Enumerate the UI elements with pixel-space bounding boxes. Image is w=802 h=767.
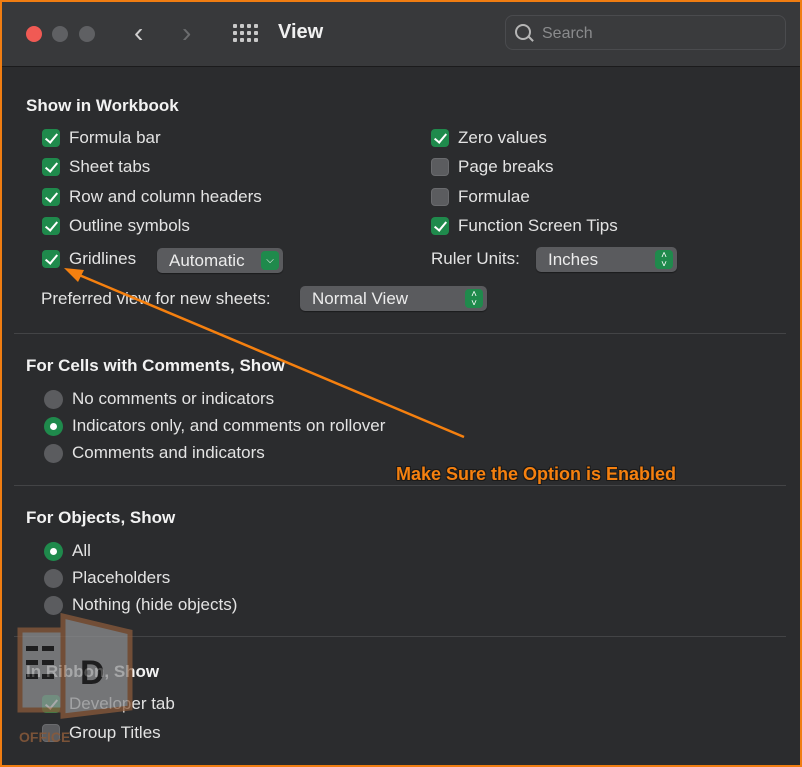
search-input[interactable] xyxy=(540,21,774,47)
checkbox-zero-values[interactable]: Zero values xyxy=(431,128,547,148)
ruler-units-popup[interactable]: Inches ˄ ˅ xyxy=(536,247,677,272)
toolbar: ‹ › View xyxy=(2,2,800,67)
radio-label: Placeholders xyxy=(72,568,171,587)
checkbox-checked-icon[interactable] xyxy=(42,250,60,268)
divider xyxy=(14,333,786,334)
watermark-text: OFFICE xyxy=(19,729,71,745)
preferred-view-label: Preferred view for new sheets: xyxy=(41,289,271,308)
checkbox-checked-icon[interactable] xyxy=(42,217,60,235)
checkbox-label: Function Screen Tips xyxy=(458,216,618,235)
checkbox-checked-icon[interactable] xyxy=(42,129,60,147)
checkbox-label: Gridlines xyxy=(69,249,137,268)
back-button[interactable]: ‹ xyxy=(134,18,143,48)
checkbox-function-screen-tips[interactable]: Function Screen Tips xyxy=(431,216,618,236)
checkbox-label: Formula bar xyxy=(69,128,161,147)
up-down-chevron-icon: ˄ ˅ xyxy=(465,289,483,308)
chevron-left-icon: ‹ xyxy=(134,17,144,48)
checkbox-checked-icon[interactable] xyxy=(42,695,60,713)
popup-value: Automatic xyxy=(169,251,245,270)
checkbox-label: Zero values xyxy=(458,128,547,147)
window-title: View xyxy=(278,21,324,43)
search-field[interactable] xyxy=(505,15,786,50)
minimize-button[interactable] xyxy=(52,26,68,42)
checkbox-label: Formulae xyxy=(458,187,530,206)
checkbox-checked-icon[interactable] xyxy=(42,188,60,206)
radio-comments-and-indicators[interactable]: Comments and indicators xyxy=(44,443,265,463)
annotation-text: Make Sure the Option is Enabled xyxy=(396,464,677,484)
forward-button[interactable]: › xyxy=(182,18,191,48)
up-down-chevron-icon: ˄ ˅ xyxy=(655,250,673,269)
radio-label: Indicators only, and comments on rollove… xyxy=(72,416,386,435)
checkbox-page-breaks[interactable]: Page breaks xyxy=(431,157,553,177)
checkbox-checked-icon[interactable] xyxy=(431,129,449,147)
checkbox-label: Group Titles xyxy=(69,723,161,742)
radio-indicators-only[interactable]: Indicators only, and comments on rollove… xyxy=(44,416,385,436)
checkbox-formulae[interactable]: Formulae xyxy=(431,187,530,207)
checkbox-checked-icon[interactable] xyxy=(431,217,449,235)
divider xyxy=(14,636,786,637)
section-title-ribbon: In Ribbon, Show xyxy=(26,662,160,681)
checkbox-unchecked-icon[interactable] xyxy=(431,188,449,206)
radio-label: Nothing (hide objects) xyxy=(72,595,238,614)
radio-objects-placeholders[interactable]: Placeholders xyxy=(44,568,170,588)
annotation-arrowhead xyxy=(64,268,84,282)
section-title-objects: For Objects, Show xyxy=(26,508,176,527)
radio-no-comments[interactable]: No comments or indicators xyxy=(44,389,274,409)
radio-unselected-icon[interactable] xyxy=(44,595,63,615)
checkbox-outline-symbols[interactable]: Outline symbols xyxy=(42,216,190,236)
radio-label: No comments or indicators xyxy=(72,389,275,408)
checkbox-label: Outline symbols xyxy=(69,216,190,235)
gridlines-color-popup[interactable]: Automatic ⌵ xyxy=(157,248,283,273)
checkbox-developer-tab[interactable]: Developer tab xyxy=(42,694,175,714)
chevron-down-icon: ⌵ xyxy=(261,251,279,270)
radio-label: All xyxy=(72,541,91,560)
checkbox-sheet-tabs[interactable]: Sheet tabs xyxy=(42,157,150,177)
radio-selected-icon[interactable] xyxy=(44,541,63,561)
checkbox-row-column-headers[interactable]: Row and column headers xyxy=(42,187,262,207)
radio-objects-nothing[interactable]: Nothing (hide objects) xyxy=(44,595,237,615)
zoom-button[interactable] xyxy=(79,26,95,42)
checkbox-label: Developer tab xyxy=(69,694,175,713)
popup-value: Normal View xyxy=(312,289,409,308)
radio-label: Comments and indicators xyxy=(72,443,265,462)
section-title-comments: For Cells with Comments, Show xyxy=(26,356,285,375)
radio-unselected-icon[interactable] xyxy=(44,443,63,463)
chevron-right-icon: › xyxy=(182,17,192,48)
divider xyxy=(14,485,786,486)
checkbox-checked-icon[interactable] xyxy=(42,158,60,176)
checkbox-label: Row and column headers xyxy=(69,187,262,206)
close-button[interactable] xyxy=(26,26,42,42)
section-title-show-in-workbook: Show in Workbook xyxy=(26,96,179,115)
radio-selected-icon[interactable] xyxy=(44,416,63,436)
checkbox-gridlines[interactable]: Gridlines xyxy=(42,249,136,269)
ruler-units-label: Ruler Units: xyxy=(431,249,520,268)
checkbox-formula-bar[interactable]: Formula bar xyxy=(42,128,161,148)
radio-unselected-icon[interactable] xyxy=(44,389,63,409)
checkbox-label: Sheet tabs xyxy=(69,157,151,176)
show-all-grid-icon[interactable] xyxy=(233,24,259,44)
popup-value: Inches xyxy=(548,250,599,269)
radio-unselected-icon[interactable] xyxy=(44,568,63,588)
radio-objects-all[interactable]: All xyxy=(44,541,91,561)
preferred-view-popup[interactable]: Normal View ˄ ˅ xyxy=(300,286,487,311)
checkbox-label: Page breaks xyxy=(458,157,554,176)
checkbox-unchecked-icon[interactable] xyxy=(431,158,449,176)
search-icon xyxy=(515,24,531,40)
